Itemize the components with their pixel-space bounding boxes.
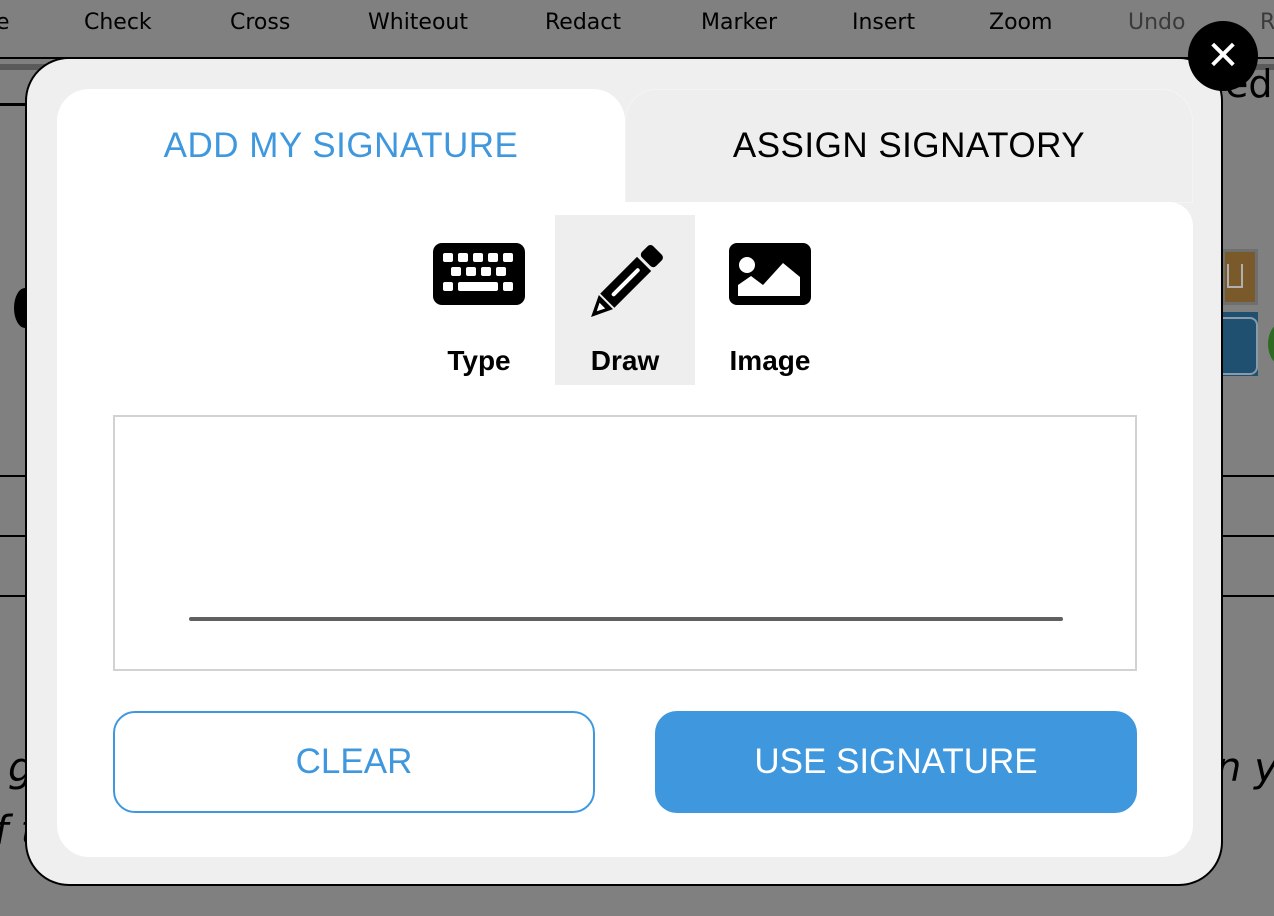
- toolbar-item-cross[interactable]: Cross: [230, 10, 290, 35]
- toolbar-item-zoom[interactable]: Zoom: [989, 10, 1052, 35]
- mode-image-label: Image: [729, 345, 811, 376]
- toolbar-item-partial[interactable]: e: [0, 10, 10, 35]
- close-icon: ✕: [1206, 33, 1240, 79]
- toolbar-item-redo-partial[interactable]: R: [1260, 10, 1274, 35]
- mode-type[interactable]: Type: [409, 215, 549, 385]
- toolbar-item-marker[interactable]: Marker: [701, 10, 777, 35]
- clear-button[interactable]: CLEAR: [113, 711, 595, 813]
- trash-icon: [1227, 264, 1243, 288]
- toolbar-item-redact[interactable]: Redact: [545, 10, 621, 35]
- use-signature-button[interactable]: USE SIGNATURE: [655, 711, 1137, 813]
- tab-assign-signatory[interactable]: ASSIGN SIGNATORY: [625, 89, 1193, 203]
- close-button[interactable]: ✕: [1188, 21, 1258, 91]
- background-text-fragment: n y: [1216, 745, 1274, 791]
- toolbar-item-insert[interactable]: Insert: [852, 10, 915, 35]
- background-toolbar: e Check Cross Whiteout Redact Marker Ins…: [0, 0, 1274, 59]
- background-blue-button: [1214, 312, 1258, 376]
- signature-panel: Type Draw Image CLEAR USE SIGNATURE: [57, 202, 1193, 857]
- mode-image[interactable]: Image: [700, 215, 840, 385]
- background-delete-button: [1222, 249, 1258, 305]
- toolbar-item-whiteout[interactable]: Whiteout: [368, 10, 468, 35]
- mode-draw-label: Draw: [590, 345, 660, 376]
- tab-add-my-signature[interactable]: ADD MY SIGNATURE: [57, 89, 625, 203]
- mode-type-label: Type: [447, 345, 511, 376]
- signature-modal: ADD MY SIGNATURE ASSIGN SIGNATORY Type D…: [25, 57, 1223, 886]
- image-icon: [729, 243, 811, 309]
- pencil-icon: [583, 241, 667, 329]
- toolbar-item-check[interactable]: Check: [84, 10, 152, 35]
- signature-baseline: [189, 617, 1063, 621]
- mode-draw[interactable]: Draw: [555, 215, 695, 385]
- toolbar-item-undo[interactable]: Undo: [1128, 10, 1185, 35]
- keyboard-icon: [433, 243, 525, 309]
- signature-draw-canvas[interactable]: [113, 415, 1137, 671]
